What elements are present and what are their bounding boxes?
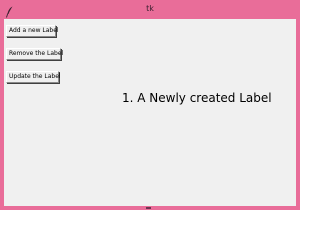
window-title: tk bbox=[146, 4, 154, 13]
add-label-button[interactable]: Add a new Label bbox=[6, 25, 59, 37]
remove-label-button[interactable]: Remove the Label bbox=[6, 48, 63, 60]
client-area: Add a new Label Remove the Label Update … bbox=[4, 19, 296, 206]
created-label: 1. A Newly created Label bbox=[122, 91, 272, 105]
app-window: tk Add a new Label Remove the Label Upda… bbox=[0, 0, 300, 210]
title-bar[interactable]: tk bbox=[0, 0, 300, 19]
update-label-button[interactable]: Update the Label bbox=[6, 71, 61, 83]
window-resize-grip[interactable] bbox=[146, 207, 151, 209]
